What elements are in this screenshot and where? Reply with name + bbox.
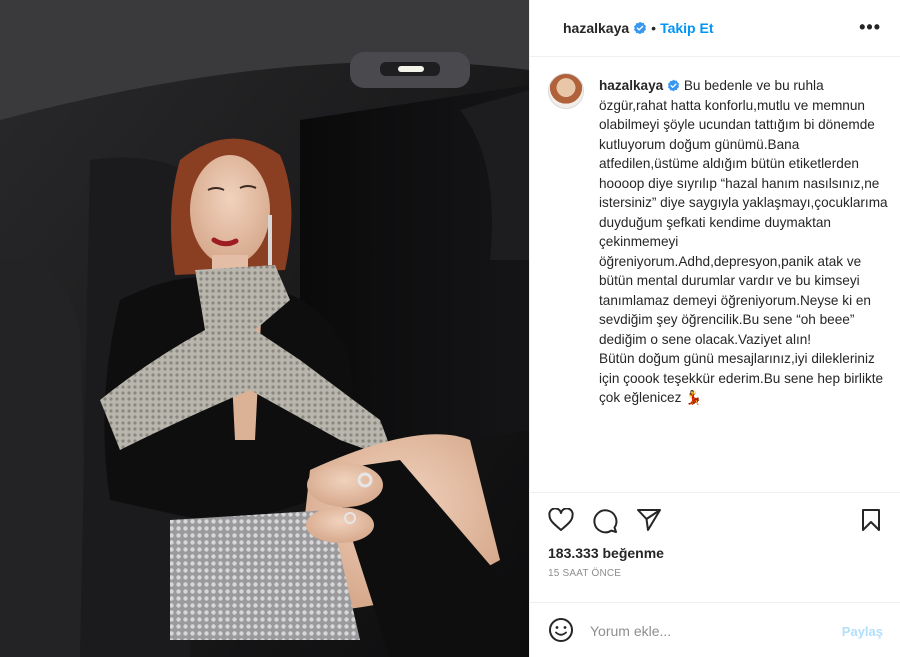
heart-icon[interactable] xyxy=(548,508,574,532)
header-username[interactable]: hazalkaya xyxy=(563,20,629,36)
comment-input[interactable] xyxy=(590,617,830,645)
post-detail-panel: hazalkaya • Takip Et ••• hazalkaya Bu be… xyxy=(529,0,900,657)
post-image[interactable] xyxy=(0,0,529,657)
verified-badge-icon xyxy=(634,21,647,35)
comment-icon[interactable] xyxy=(592,508,618,534)
avatar[interactable] xyxy=(548,73,584,109)
caption-section: hazalkaya Bu bedenle ve bu ruhla özgür,r… xyxy=(530,57,900,493)
post-actions xyxy=(530,494,900,544)
follow-button[interactable]: Takip Et xyxy=(660,20,713,36)
post-photo-illustration xyxy=(0,0,529,657)
comment-bar: Paylaş xyxy=(530,602,900,657)
paper-plane-icon[interactable] xyxy=(636,508,662,532)
bookmark-icon[interactable] xyxy=(860,508,882,532)
post-header: hazalkaya • Takip Et ••• xyxy=(530,0,900,57)
like-count[interactable]: 183.333 beğenme xyxy=(548,545,664,561)
caption-text: Bu bedenle ve bu ruhla özgür,rahat hatta… xyxy=(599,78,888,405)
post-caption: hazalkaya Bu bedenle ve bu ruhla özgür,r… xyxy=(599,76,889,408)
post-timestamp[interactable]: 15 SAAT ÖNCE xyxy=(548,568,621,579)
caption-username[interactable]: hazalkaya xyxy=(599,78,663,93)
smiley-icon[interactable] xyxy=(548,617,574,643)
ellipsis-icon[interactable]: ••• xyxy=(859,17,881,38)
post-comment-button[interactable]: Paylaş xyxy=(842,624,883,639)
verified-badge-icon xyxy=(668,79,680,92)
header-separator: • xyxy=(651,20,657,36)
